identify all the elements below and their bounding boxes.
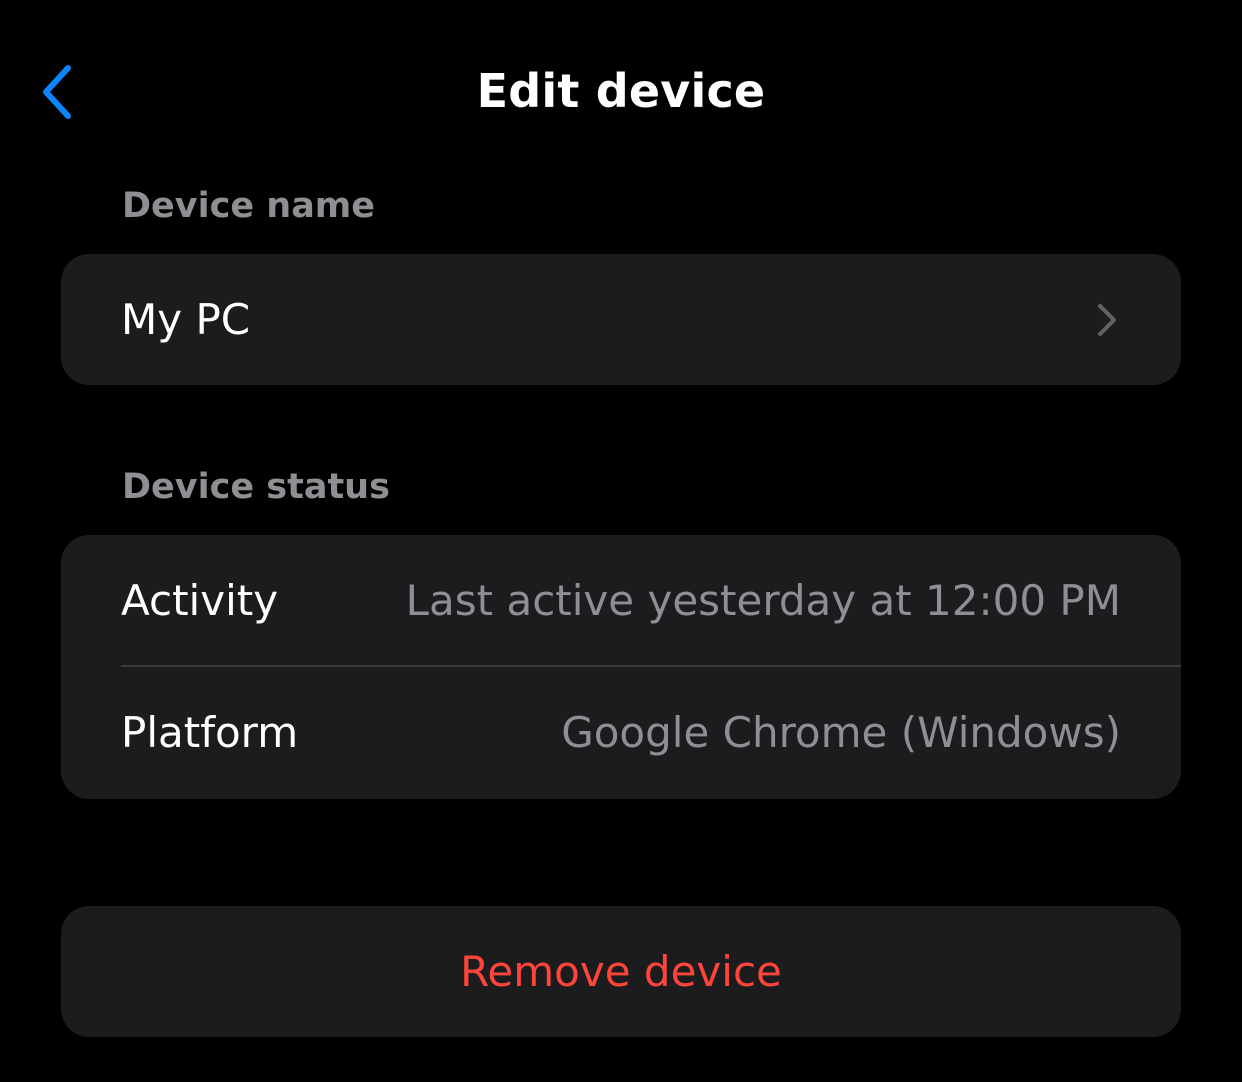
platform-label: Platform: [121, 708, 299, 757]
navigation-bar: Edit device: [0, 0, 1242, 180]
device-name-card: My PC: [61, 254, 1181, 385]
chevron-right-icon: [1093, 300, 1121, 340]
device-name-value: My PC: [121, 294, 251, 344]
activity-row: Activity Last active yesterday at 12:00 …: [61, 535, 1181, 667]
device-name-row[interactable]: My PC: [61, 254, 1181, 385]
remove-device-button[interactable]: Remove device: [61, 906, 1181, 1037]
remove-device-label: Remove device: [460, 946, 782, 996]
page-title: Edit device: [476, 64, 766, 118]
device-status-section-label: Device status: [122, 467, 390, 507]
device-name-section-label: Device name: [122, 186, 376, 226]
device-status-card: Activity Last active yesterday at 12:00 …: [61, 535, 1181, 799]
platform-row: Platform Google Chrome (Windows): [61, 667, 1181, 799]
platform-value: Google Chrome (Windows): [561, 708, 1121, 757]
activity-label: Activity: [121, 576, 279, 625]
activity-value: Last active yesterday at 12:00 PM: [405, 576, 1121, 625]
